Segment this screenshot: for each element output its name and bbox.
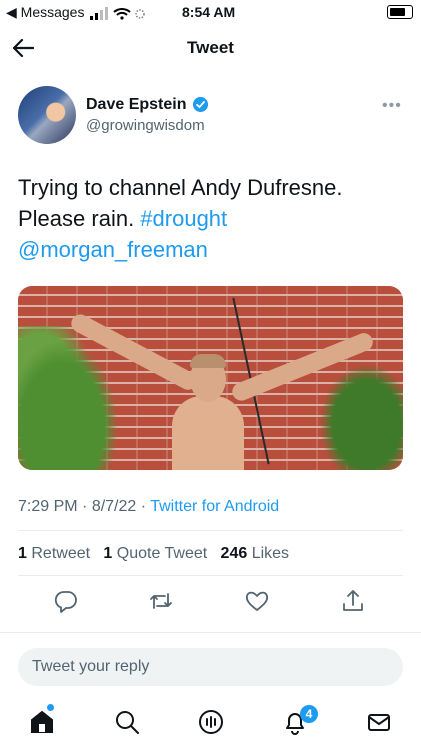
tweet-stats: 1 Retweet 1 Quote Tweet 246 Likes	[18, 545, 289, 563]
tweet-text-line1: Trying to channel Andy Dufresne.	[18, 175, 343, 200]
spaces-icon[interactable]	[197, 708, 225, 736]
author-name[interactable]: Dave Epstein	[86, 96, 186, 114]
reply-input[interactable]: Tweet your reply	[18, 648, 403, 686]
share-icon[interactable]	[340, 588, 366, 614]
quotes-stat[interactable]: 1 Quote Tweet	[103, 545, 207, 562]
verified-badge-icon	[193, 97, 208, 112]
hashtag-link[interactable]: #drought	[140, 206, 227, 231]
likes-stat[interactable]: 246 Likes	[221, 545, 290, 562]
notifications-badge: 4	[300, 705, 318, 723]
like-icon[interactable]	[244, 588, 270, 614]
status-time: 8:54 AM	[182, 4, 236, 20]
battery-icon	[387, 5, 413, 19]
signal-wifi-icon	[90, 7, 145, 20]
author-handle[interactable]: @growingwisdom	[86, 117, 205, 134]
tweet-text-plain: Please rain.	[18, 206, 141, 231]
avatar[interactable]	[18, 86, 76, 144]
search-icon[interactable]	[113, 708, 141, 736]
reply-icon[interactable]	[53, 588, 79, 614]
back-to-messages[interactable]: ◀ Messages	[6, 4, 84, 21]
retweets-stat[interactable]: 1 Retweet	[18, 545, 90, 562]
tweet-source-link[interactable]: Twitter for Android	[150, 498, 279, 515]
status-bar: ◀ Messages 8:54 AM	[0, 0, 421, 26]
reply-placeholder: Tweet your reply	[32, 658, 150, 675]
tweet-date: 8/7/22	[91, 498, 137, 515]
divider	[18, 530, 403, 531]
messages-icon[interactable]	[365, 708, 393, 736]
divider	[0, 632, 421, 633]
retweet-icon[interactable]	[148, 588, 174, 614]
mention-link[interactable]: @morgan_freeman	[18, 234, 408, 265]
more-options-icon[interactable]: •••	[382, 97, 402, 115]
tweet-time: 7:29 PM	[18, 498, 78, 515]
tweet-meta: 7:29 PM · 8/7/22 · Twitter for Android	[18, 498, 280, 515]
home-icon[interactable]	[28, 708, 56, 736]
home-new-indicator	[47, 704, 54, 711]
header: Tweet	[0, 30, 421, 66]
page-title: Tweet	[187, 38, 234, 57]
tweet-text: Trying to channel Andy Dufresne. Please …	[18, 172, 408, 265]
tweet-photo[interactable]	[18, 286, 403, 470]
divider	[18, 575, 403, 576]
